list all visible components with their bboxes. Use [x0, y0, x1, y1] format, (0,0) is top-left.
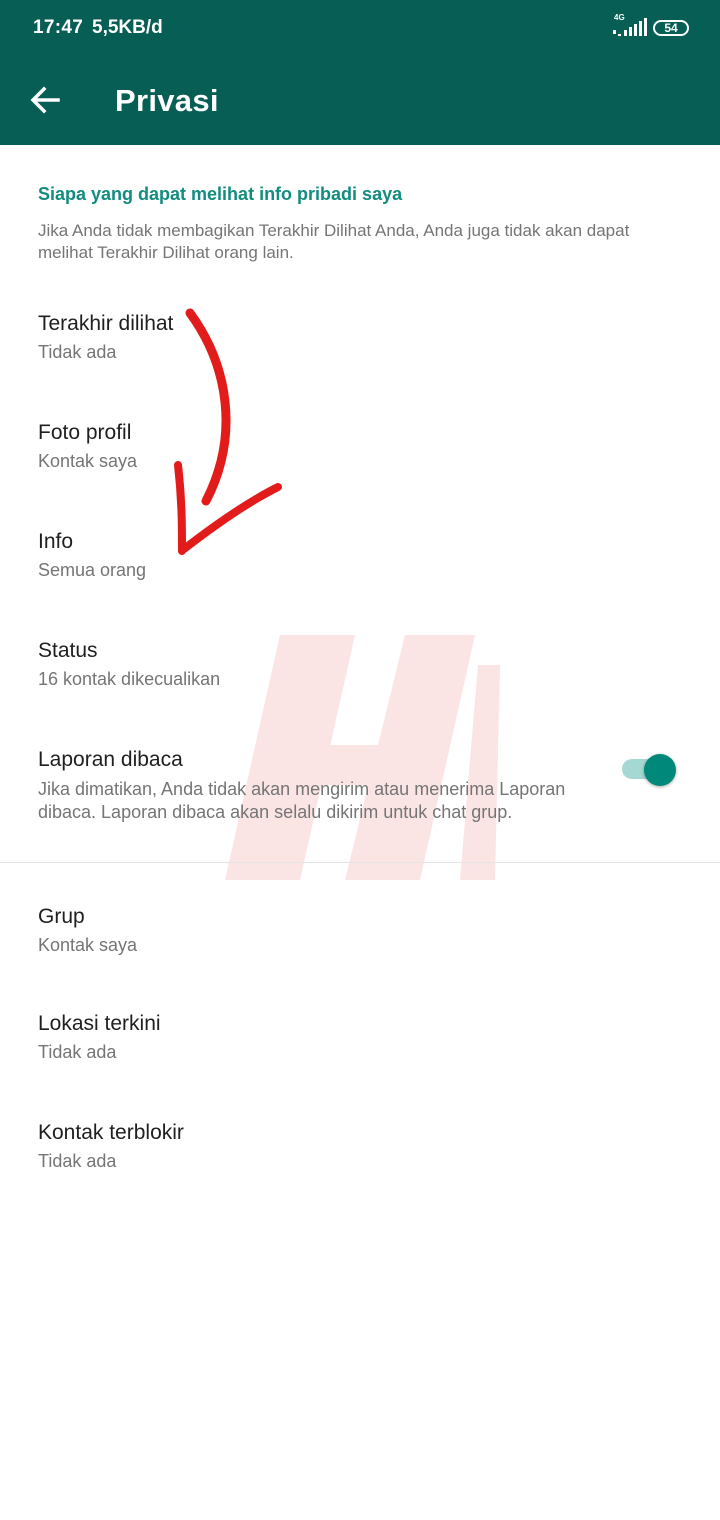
setting-label: Lokasi terkini	[38, 1012, 161, 1035]
read-receipts-toggle[interactable]	[620, 754, 678, 786]
app-bar: Privasi	[0, 55, 720, 145]
setting-value: 16 kontak dikecualikan	[38, 669, 221, 689]
setting-value: Tidak ada	[38, 1042, 117, 1062]
setting-label: Laporan dibaca	[38, 748, 183, 771]
battery-icon: 54	[653, 20, 689, 36]
section-header: Siapa yang dapat melihat info pribadi sa…	[38, 184, 403, 204]
setting-label: Terakhir dilihat	[38, 312, 174, 335]
setting-value: Tidak ada	[38, 1151, 117, 1171]
setting-about[interactable]: Info Semua orang	[0, 530, 720, 620]
setting-groups[interactable]: Grup Kontak saya	[0, 905, 720, 995]
status-bar: 17:47 5,5KB/d 4G 54	[0, 0, 720, 55]
setting-value: Kontak saya	[38, 935, 138, 955]
status-network-speed: 5,5KB/d	[92, 17, 163, 38]
arrow-left-icon[interactable]	[28, 83, 62, 117]
setting-last-seen[interactable]: Terakhir dilihat Tidak ada	[0, 312, 720, 402]
setting-label: Status	[38, 639, 98, 662]
setting-status[interactable]: Status 16 kontak dikecualikan	[0, 639, 720, 729]
signal-icon	[613, 18, 647, 36]
setting-label: Kontak terblokir	[38, 1121, 184, 1144]
setting-description: Jika dimatikan, Anda tidak akan mengirim…	[38, 779, 566, 822]
setting-live-location[interactable]: Lokasi terkini Tidak ada	[0, 1012, 720, 1102]
divider	[0, 862, 720, 863]
toggle-thumb	[644, 754, 676, 786]
setting-value: Semua orang	[38, 560, 147, 580]
section-description: Jika Anda tidak membagikan Terakhir Dili…	[38, 221, 630, 262]
page-title: Privasi	[115, 83, 219, 118]
setting-label: Foto profil	[38, 421, 132, 444]
setting-blocked-contacts[interactable]: Kontak terblokir Tidak ada	[0, 1121, 720, 1211]
status-time: 17:47	[33, 17, 84, 38]
setting-profile-photo[interactable]: Foto profil Kontak saya	[0, 421, 720, 511]
setting-label: Grup	[38, 905, 85, 928]
setting-read-receipts[interactable]: Laporan dibaca Jika dimatikan, Anda tida…	[0, 748, 720, 838]
setting-value: Tidak ada	[38, 342, 117, 362]
setting-label: Info	[38, 530, 74, 553]
setting-value: Kontak saya	[38, 451, 138, 471]
